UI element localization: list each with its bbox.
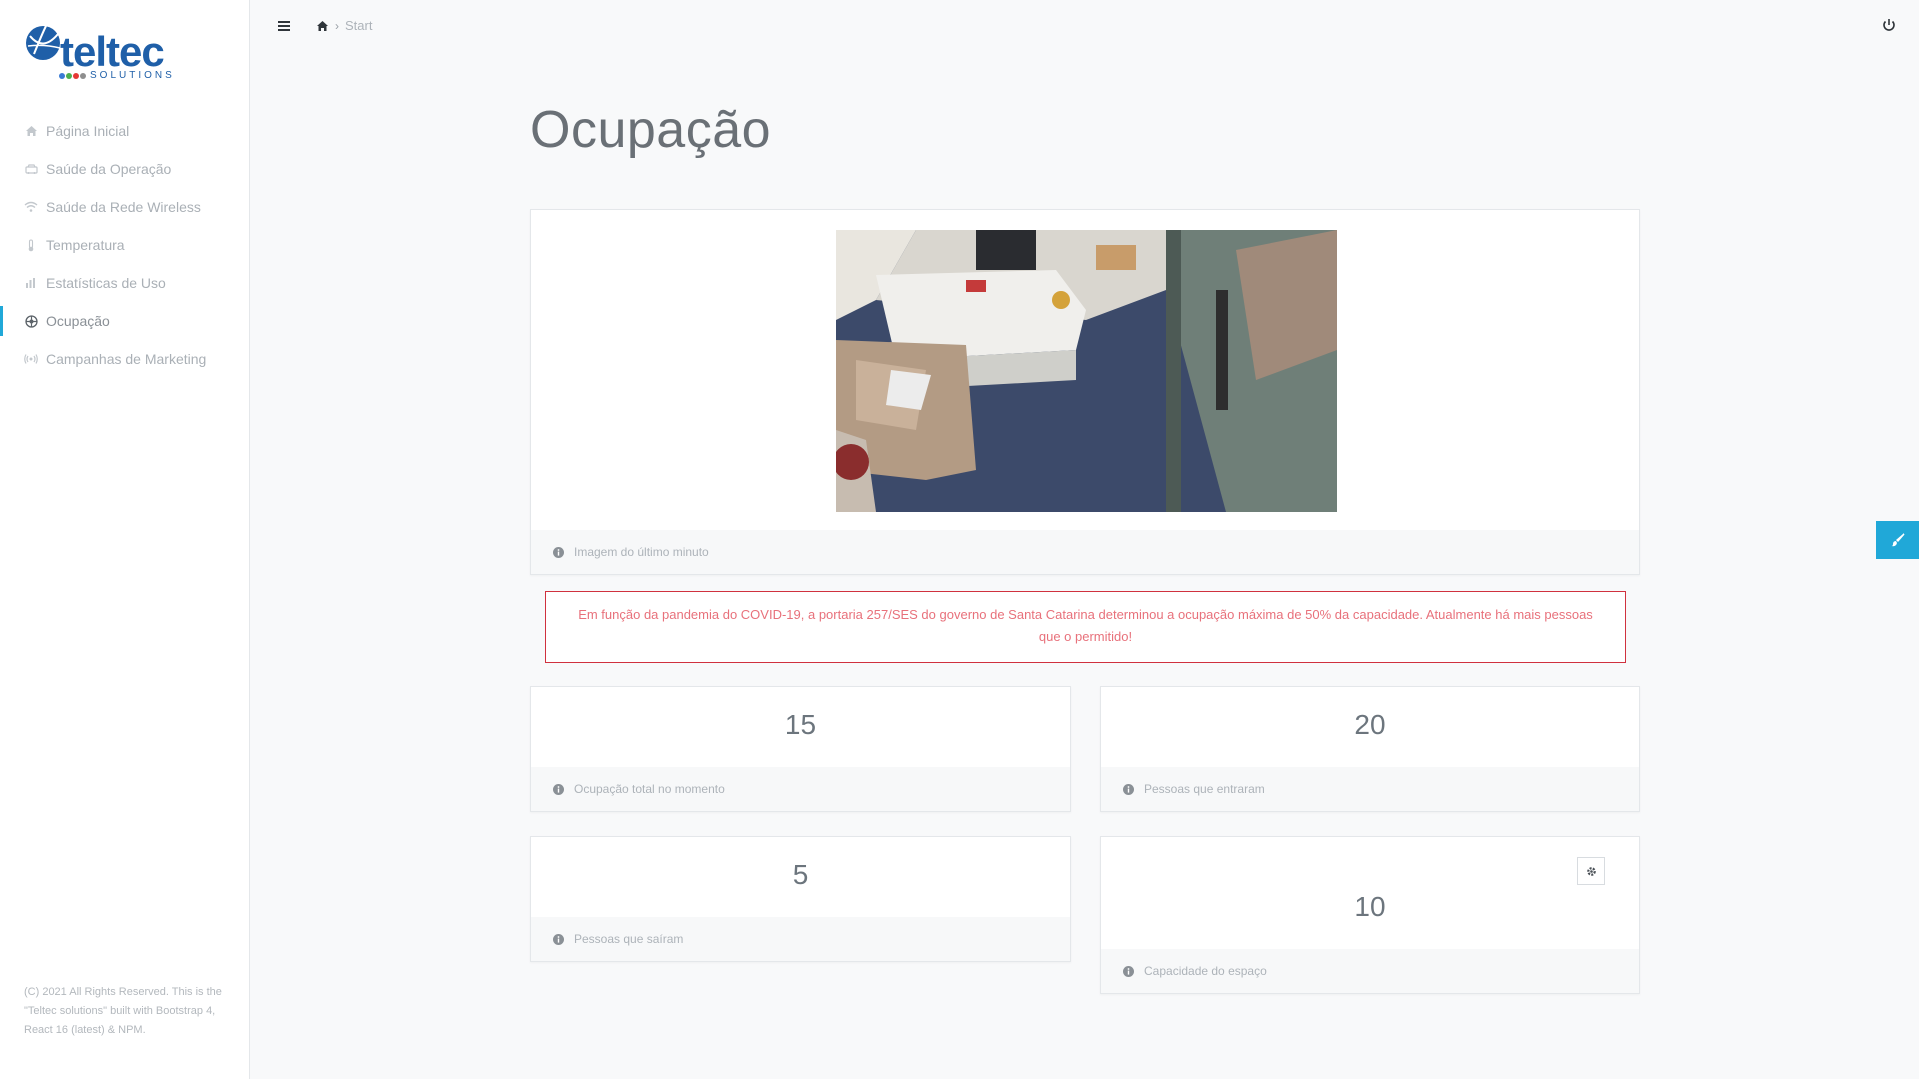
customizer-toggle-button[interactable]	[1876, 521, 1919, 559]
info-icon	[1123, 783, 1134, 795]
stat-value: 15	[784, 709, 817, 740]
camera-caption: Imagem do último minuto	[574, 545, 709, 559]
office-camera-image	[833, 230, 1337, 512]
sidebar-item-estatisticas-uso[interactable]: Estatísticas de Uso	[0, 264, 249, 302]
gear-icon	[1586, 866, 1596, 876]
car-icon	[24, 162, 38, 176]
stat-value: 20	[1354, 709, 1386, 740]
stat-card-footer: Pessoas que entraram	[1101, 767, 1639, 811]
sidebar-item-campanhas-marketing[interactable]: Campanhas de Marketing	[0, 340, 249, 378]
sidebar-item-temperatura[interactable]: Temperatura	[0, 226, 249, 264]
home-icon	[317, 20, 328, 31]
sidebar-nav: Página Inicial Saúde da Operação Saúde d…	[0, 112, 249, 378]
capacity-settings-button[interactable]	[1577, 857, 1605, 885]
info-icon	[1123, 965, 1134, 977]
thermometer-icon	[24, 238, 38, 252]
broadcast-icon	[24, 352, 38, 366]
stat-value: 5	[792, 859, 809, 890]
paintbrush-icon	[1891, 533, 1905, 547]
stat-label: Pessoas que entraram	[1144, 782, 1265, 796]
breadcrumb: › Start	[316, 18, 372, 33]
power-icon	[1883, 19, 1895, 31]
sidebar-item-saude-operacao[interactable]: Saúde da Operação	[0, 150, 249, 188]
info-icon	[553, 783, 564, 795]
stat-card-people-left: 5 Pessoas que saíram	[530, 836, 1071, 962]
stat-card-capacity: 10 Capacidade do espaço	[1100, 836, 1640, 994]
home-icon	[24, 124, 38, 138]
sidebar-item-label: Campanhas de Marketing	[46, 351, 207, 367]
breadcrumb-separator: ›	[335, 18, 339, 33]
camera-card: Imagem do último minuto	[530, 209, 1640, 575]
sidebar-item-ocupacao[interactable]: Ocupação	[0, 302, 249, 340]
covid-capacity-alert: Em função da pandemia do COVID-19, a por…	[545, 591, 1626, 663]
sidebar-item-pagina-inicial[interactable]: Página Inicial	[0, 112, 249, 150]
wifi-icon	[24, 200, 38, 214]
gear-circle-icon	[24, 314, 38, 328]
sidebar-item-label: Temperatura	[46, 237, 125, 253]
stat-label: Capacidade do espaço	[1144, 964, 1267, 978]
hamburger-icon	[278, 21, 290, 31]
camera-card-footer: Imagem do último minuto	[531, 530, 1639, 574]
sidebar-item-label: Página Inicial	[46, 123, 130, 139]
camera-image	[833, 230, 1337, 512]
info-icon	[553, 546, 564, 558]
bar-chart-icon	[24, 276, 38, 290]
sidebar-item-label: Saúde da Operação	[46, 161, 172, 177]
logout-button[interactable]	[1881, 17, 1897, 33]
sidebar-copyright: (C) 2021 All Rights Reserved. This is th…	[24, 986, 222, 1036]
stat-label: Pessoas que saíram	[574, 932, 684, 946]
sidebar-item-label: Estatísticas de Uso	[46, 275, 166, 291]
info-icon	[553, 933, 564, 945]
logo-subtitle: SOLUTIONS	[90, 70, 175, 81]
page-title: Ocupação	[530, 101, 772, 159]
logo-wordmark: teltec	[60, 28, 165, 75]
stat-value: 10	[1354, 891, 1386, 922]
stat-label: Ocupação total no momento	[574, 782, 725, 796]
sidebar: teltec SOLUTIONS Página Inicial Saúde da…	[0, 0, 250, 1079]
sidebar-item-label: Ocupação	[46, 313, 110, 329]
menu-toggle-button[interactable]	[277, 19, 291, 33]
stat-card-footer: Ocupação total no momento	[531, 767, 1070, 811]
stat-card-people-entered: 20 Pessoas que entraram	[1100, 686, 1640, 812]
stat-card-footer: Pessoas que saíram	[531, 917, 1070, 961]
topbar: › Start	[250, 0, 1919, 52]
breadcrumb-home-link[interactable]	[316, 20, 329, 32]
teltec-logo[interactable]: teltec SOLUTIONS	[24, 22, 184, 84]
stat-card-current-occupancy: 15 Ocupação total no momento	[530, 686, 1071, 812]
breadcrumb-current: Start	[345, 18, 373, 33]
sidebar-item-label: Saúde da Rede Wireless	[46, 199, 201, 215]
stat-card-footer: Capacidade do espaço	[1101, 949, 1639, 993]
sidebar-item-saude-rede-wireless[interactable]: Saúde da Rede Wireless	[0, 188, 249, 226]
